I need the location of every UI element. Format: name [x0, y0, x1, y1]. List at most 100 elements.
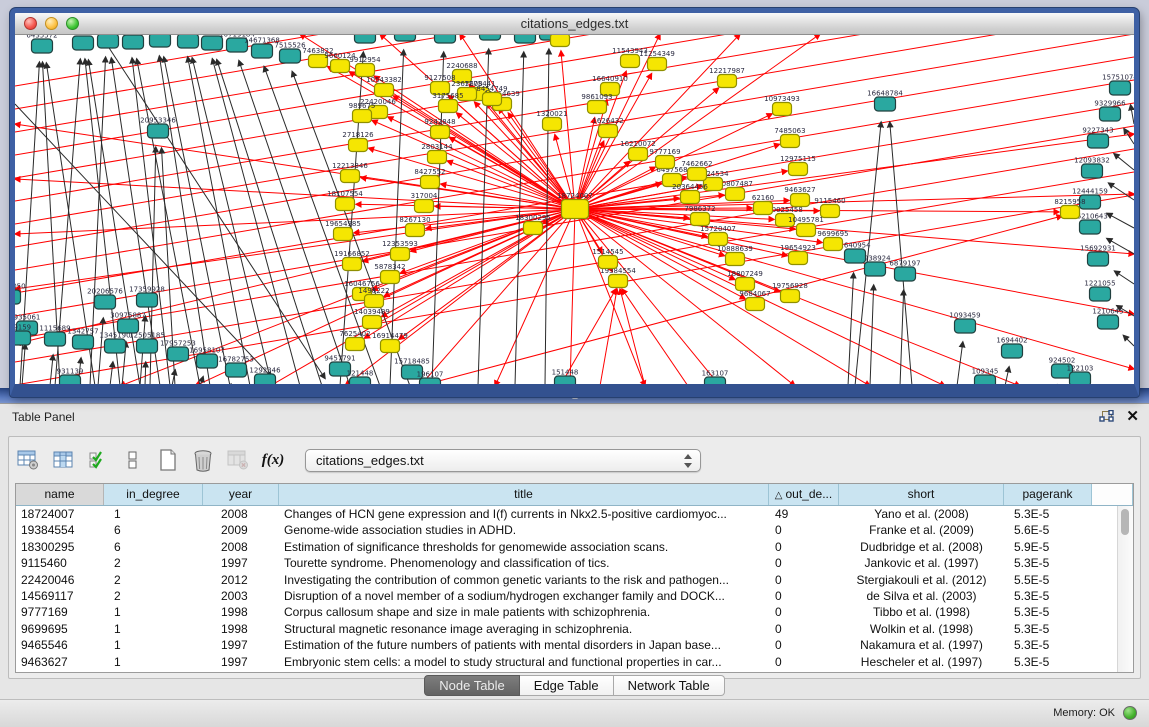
graph-node[interactable]: 1115689	[39, 325, 70, 347]
scrollbar-thumb[interactable]	[1121, 509, 1129, 535]
graph-node[interactable]: 1592602	[389, 35, 420, 41]
graph-node[interactable]: 121448	[347, 370, 374, 385]
table-row[interactable]: 1456911722003Disruption of a novel membe…	[16, 588, 1133, 604]
minimize-window-icon[interactable]	[45, 17, 58, 30]
graph-node[interactable]: 122103	[1067, 365, 1094, 385]
graph-node[interactable]: 6435572	[26, 35, 57, 53]
graph-node[interactable]: 1527602	[172, 35, 203, 48]
table-row[interactable]: 1872400712008Changes of HCN gene express…	[16, 506, 1133, 522]
graph-node[interactable]: 7515526	[274, 42, 306, 64]
network-graph[interactable]: 6435572 206914062094376106532871944371152…	[15, 35, 1134, 384]
graph-node[interactable]: 989675	[349, 102, 376, 123]
graph-node[interactable]: 151448	[552, 369, 579, 385]
graph-node[interactable]: 1221055	[1084, 280, 1115, 302]
graph-node[interactable]: 1694402	[996, 337, 1027, 359]
table-row[interactable]: 946362711997Embryonic stem cells: a mode…	[16, 654, 1133, 670]
column-header-title[interactable]: title	[279, 484, 769, 505]
graph-node[interactable]: 317004	[411, 192, 438, 213]
graph-node[interactable]: 18724007	[557, 192, 593, 219]
graph-node[interactable]: 18107554	[327, 190, 363, 211]
graph-node[interactable]: 1320021	[536, 110, 567, 131]
graph-node[interactable]: 6879197	[889, 260, 920, 282]
column-header-indegree[interactable]: in_degree	[104, 484, 203, 505]
graph-node[interactable]: 10543382	[366, 76, 402, 97]
graph-node[interactable]: 2094376	[92, 35, 124, 48]
graph-node[interactable]: 19654985	[325, 220, 361, 241]
svg-text:9227343: 9227343	[1082, 127, 1113, 135]
graph-node[interactable]: 1342757	[67, 328, 98, 350]
graph-node[interactable]: 9329966	[1094, 100, 1126, 122]
column-header-name[interactable]: name	[16, 484, 104, 505]
graph-node[interactable]: 12217987	[709, 67, 745, 88]
graph-node[interactable]: 9912954	[349, 56, 381, 77]
column-header-pagerank[interactable]: pagerank	[1004, 484, 1092, 505]
table-cell: 1998	[203, 621, 279, 637]
column-header-outde[interactable]: △out_de...	[769, 484, 839, 505]
new-document-icon[interactable]	[155, 447, 181, 473]
graph-node[interactable]: 8466140	[429, 35, 460, 43]
graph-node[interactable]: 20953346	[140, 117, 176, 139]
unselect-all-icon[interactable]	[120, 447, 146, 473]
graph-node[interactable]: 1292346	[249, 367, 281, 385]
graph-node[interactable]: 10653287	[115, 35, 151, 49]
tab-edge-table[interactable]: Edge Table	[520, 675, 614, 696]
show-columns-icon[interactable]	[50, 447, 76, 473]
graph-node[interactable]: 12975115	[780, 155, 816, 176]
graph-node[interactable]: 163107	[702, 370, 729, 385]
graph-node[interactable]: 20691406	[65, 35, 101, 50]
graph-node[interactable]: 39159	[15, 324, 31, 346]
graph-node[interactable]: 1944371	[144, 35, 175, 47]
graph-node[interactable]: 9227343	[1082, 127, 1113, 149]
graph-node[interactable]: 12093832	[1074, 157, 1110, 179]
table-cell: 1	[104, 621, 203, 637]
table-row[interactable]: 969969511998Structural magnetic resonanc…	[16, 621, 1133, 637]
table-row[interactable]: 1830029562008Estimation of significance …	[16, 539, 1133, 555]
table-selector-dropdown[interactable]: citations_edges.txt	[305, 449, 701, 472]
graph-node[interactable]: 2616050	[15, 283, 26, 305]
graph-node[interactable]: 10973493	[764, 95, 800, 116]
tab-node-table[interactable]: Node Table	[424, 675, 520, 696]
graph-node[interactable]: 1055287	[349, 35, 380, 43]
graph-node[interactable]: 11254349	[639, 50, 675, 71]
delete-table-icon[interactable]	[225, 447, 251, 473]
table-row[interactable]: 946554611997Estimation of the future num…	[16, 637, 1133, 653]
graph-node[interactable]: 12213346	[332, 162, 368, 183]
network-canvas[interactable]: 6435572 206914062094376106532871944371152…	[15, 35, 1134, 384]
graph-node[interactable]: 196107	[417, 371, 444, 385]
graph-node[interactable]: 109345	[972, 368, 999, 385]
float-window-icon[interactable]	[1099, 410, 1114, 424]
graph-node[interactable]: 16648784	[867, 90, 903, 112]
tab-network-table[interactable]: Network Table	[614, 675, 725, 696]
column-header-short[interactable]: short	[839, 484, 1004, 505]
graph-node[interactable]: 12353593	[382, 240, 418, 261]
graph-node[interactable]: 20364456	[672, 183, 708, 204]
table-row[interactable]: 2242004622012Investigating the contribut…	[16, 572, 1133, 588]
graph-node[interactable]: 1210645	[1092, 308, 1123, 330]
close-panel-icon[interactable]: ✕	[1126, 408, 1139, 426]
graph-node[interactable]: 1467138	[509, 35, 540, 43]
graph-node[interactable]: 18807249	[727, 270, 763, 291]
graph-node[interactable]: 1345190	[99, 332, 130, 354]
table-row[interactable]: 911546021997Tourette syndrome. Phenomeno…	[16, 555, 1133, 571]
graph-node[interactable]: 1071914	[474, 35, 506, 40]
column-header-year[interactable]: year	[203, 484, 279, 505]
graph-node[interactable]: 9861093	[581, 93, 612, 114]
svg-text:12444159: 12444159	[1072, 188, 1108, 196]
table-row[interactable]: 1938455462009Genome-wide association stu…	[16, 522, 1133, 538]
graph-node[interactable]: 931139	[57, 368, 84, 385]
function-builder-icon[interactable]: f(x)	[260, 447, 286, 473]
table-selector-value: citations_edges.txt	[316, 453, 424, 468]
graph-node[interactable]: 9242848	[424, 118, 455, 139]
vertical-scrollbar[interactable]	[1117, 506, 1133, 672]
select-all-icon[interactable]	[85, 447, 111, 473]
graph-node[interactable]: 15692931	[1080, 245, 1116, 267]
close-window-icon[interactable]	[24, 17, 37, 30]
graph-node[interactable]: 1093459	[949, 312, 980, 334]
table-row[interactable]: 977716911998Corpus callosum shape and si…	[16, 604, 1133, 620]
graph-node[interactable]: 15720407	[700, 225, 736, 246]
graph-node[interactable]: 62160	[752, 194, 774, 215]
delete-icon[interactable]	[190, 447, 216, 473]
table-settings-icon[interactable]	[15, 447, 41, 473]
graph-node[interactable]: 9115460	[814, 197, 845, 218]
zoom-window-icon[interactable]	[66, 17, 79, 30]
